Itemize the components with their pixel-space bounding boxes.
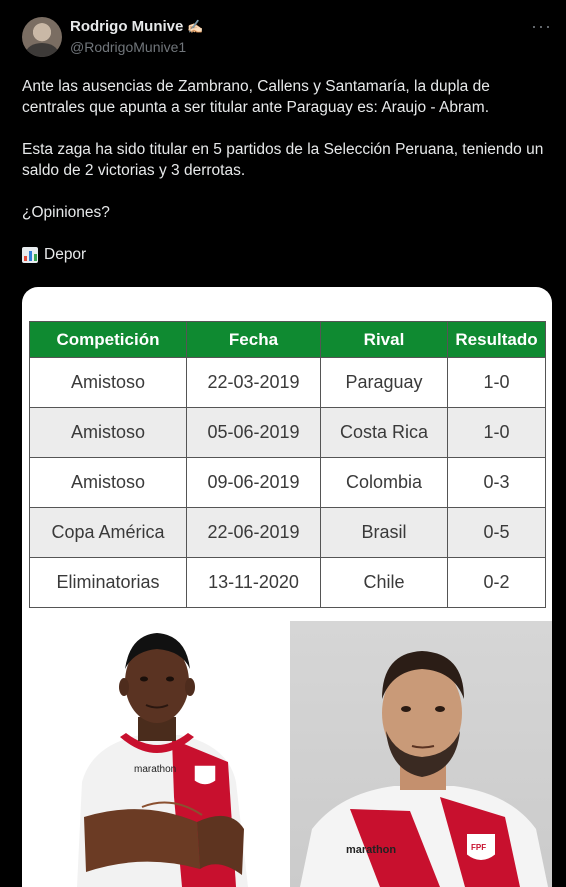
column-header: Competición	[29, 321, 187, 358]
table-cell: Costa Rica	[320, 407, 448, 458]
table-cell: 09-06-2019	[186, 457, 321, 508]
table-header-row: Competición Fecha Rival Resultado	[29, 321, 546, 358]
player-illustration: marathon FPF	[300, 651, 548, 887]
bar-chart-icon	[22, 246, 38, 263]
table-cell: Amistoso	[29, 457, 187, 508]
table-row: Amistoso 05-06-2019 Costa Rica 1-0	[29, 407, 546, 458]
tweet-paragraph: Esta zaga ha sido titular en 5 partidos …	[22, 141, 544, 179]
tweet-text: Ante las ausencias de Zambrano, Callens …	[22, 76, 552, 265]
avatar[interactable]	[22, 17, 62, 57]
tweet-paragraph: Ante las ausencias de Zambrano, Callens …	[22, 78, 490, 116]
table-cell: 1-0	[447, 407, 546, 458]
table-cell: 1-0	[447, 357, 546, 408]
table-row: Amistoso 09-06-2019 Colombia 0-3	[29, 457, 546, 508]
table-cell: 0-5	[447, 507, 546, 558]
user-handle[interactable]: @RodrigoMunive1	[70, 39, 186, 55]
column-header: Resultado	[447, 321, 546, 358]
table-cell: 22-03-2019	[186, 357, 321, 408]
shirt-sponsor-text: marathon	[346, 844, 396, 856]
table-row: Copa América 22-06-2019 Brasil 0-5	[29, 507, 546, 558]
table-cell: Copa América	[29, 507, 187, 558]
writing-hand-icon: ✍🏻	[187, 18, 204, 34]
table-cell: Paraguay	[320, 357, 448, 408]
source-label: Depor	[44, 246, 87, 263]
results-table: Competición Fecha Rival Resultado Amisto…	[29, 321, 546, 608]
table-cell: Amistoso	[29, 357, 187, 408]
table-cell: Eliminatorias	[29, 557, 187, 608]
table-row: Amistoso 22-03-2019 Paraguay 1-0	[29, 357, 546, 408]
player-illustration: marathon	[77, 633, 248, 887]
table-cell: Chile	[320, 557, 448, 608]
source-line: Depor	[22, 244, 552, 265]
table-cell: 05-06-2019	[186, 407, 321, 458]
player-photo-araujo: marathon	[22, 617, 280, 887]
display-name[interactable]: Rodrigo Munive	[70, 18, 183, 35]
table-cell: Colombia	[320, 457, 448, 508]
author-name-row[interactable]: Rodrigo Munive ✍🏻	[70, 18, 204, 35]
table-cell: 0-2	[447, 557, 546, 608]
tweet-paragraph: ¿Opiniones?	[22, 204, 110, 221]
table-cell: 22-06-2019	[186, 507, 321, 558]
table-cell: 0-3	[447, 457, 546, 508]
table-row: Eliminatorias 13-11-2020 Chile 0-2	[29, 557, 546, 608]
column-header: Fecha	[186, 321, 321, 358]
shirt-sponsor-text: marathon	[134, 764, 176, 775]
table-cell: 13-11-2020	[186, 557, 321, 608]
table-cell: Amistoso	[29, 407, 187, 458]
crest-text: FPF	[471, 843, 486, 852]
tweet-media[interactable]: Competición Fecha Rival Resultado Amisto…	[22, 287, 552, 887]
column-header: Rival	[320, 321, 448, 358]
player-photo-abram: marathon FPF	[290, 621, 552, 887]
table-cell: Brasil	[320, 507, 448, 558]
more-options-icon[interactable]: ···	[531, 16, 552, 37]
